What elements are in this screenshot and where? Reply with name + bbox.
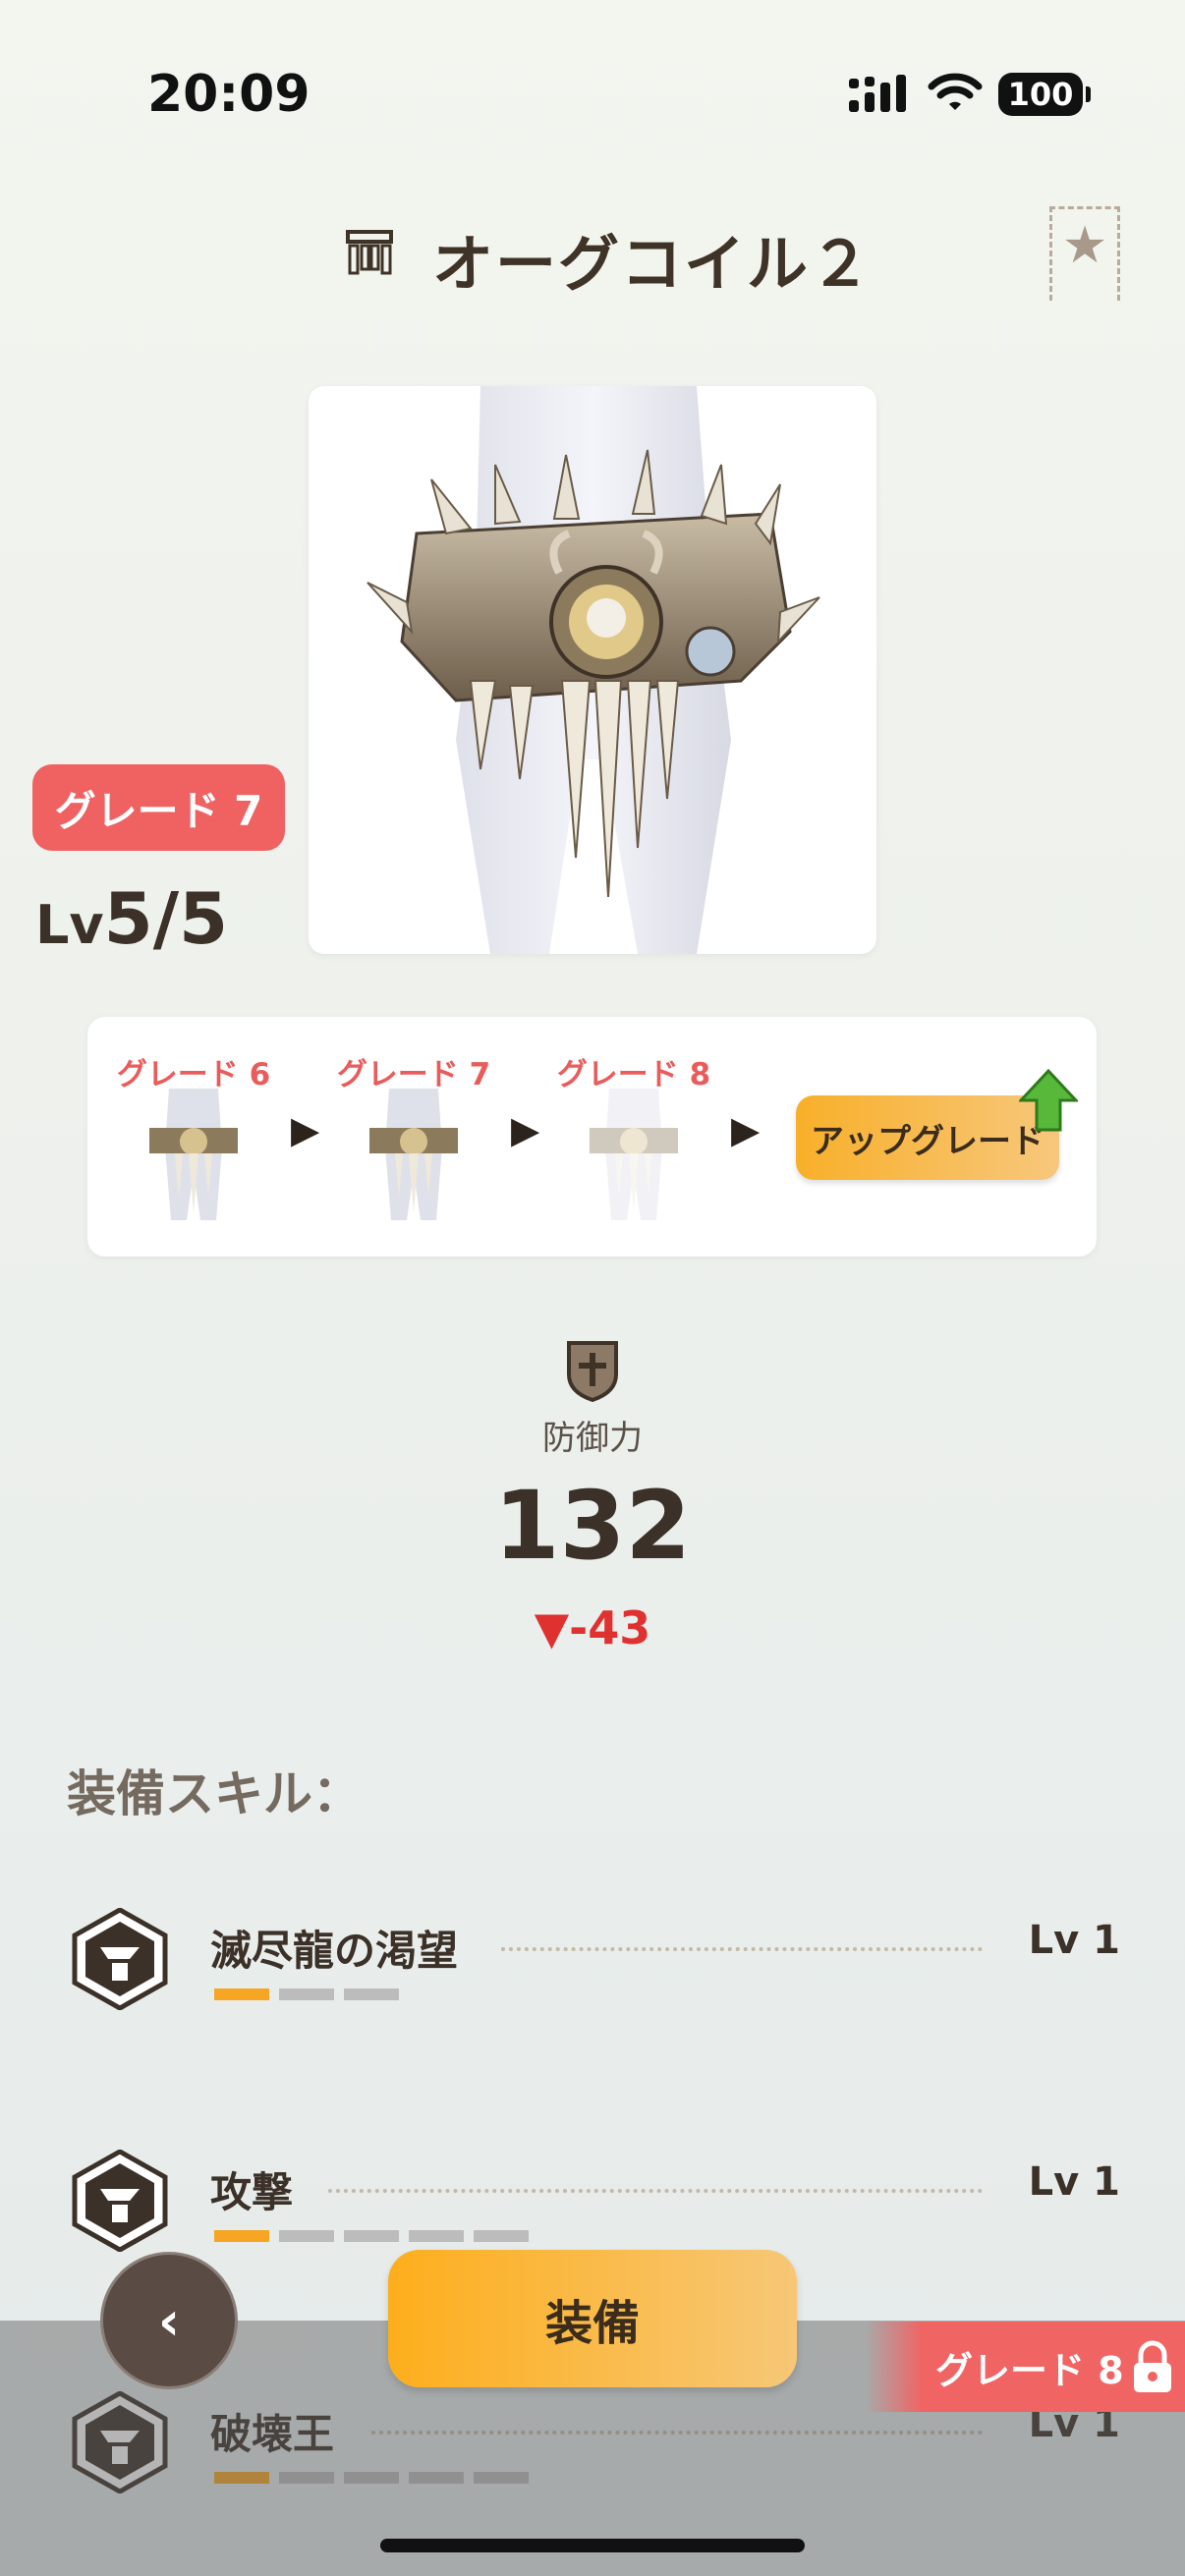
skill-emblem-icon xyxy=(72,2150,168,2252)
upgrade-arrow-icon xyxy=(1019,1069,1078,1132)
back-button[interactable]: ‹ xyxy=(100,2252,238,2389)
item-level: Lv5/5 xyxy=(35,877,228,960)
shield-icon xyxy=(567,1341,618,1402)
item-title: オーグコイル２ xyxy=(432,228,874,300)
skill-row[interactable]: 滅尽龍の渇望 Lv 1 xyxy=(69,1908,1120,2065)
stage-label: グレード 8 xyxy=(556,1057,711,1092)
level-segment xyxy=(409,2230,464,2242)
level-segment xyxy=(344,1988,399,2000)
defense-value: 132 xyxy=(493,1471,692,1581)
waist-armor-illustration xyxy=(367,386,820,954)
skill-divider xyxy=(501,1947,983,1951)
defense-diff-value: -43 xyxy=(569,1601,651,1654)
waist-armor-icon xyxy=(346,230,393,275)
defense-diff: ▼-43 xyxy=(0,1601,1185,1654)
next-grade-locked-tag[interactable]: グレード 8 xyxy=(865,2322,1185,2412)
chevron-left-icon: ‹ xyxy=(157,2289,181,2352)
level-value: 5/5 xyxy=(103,877,229,960)
skill-divider xyxy=(328,2189,983,2193)
level-segment xyxy=(214,1988,269,2000)
stage-thumbnail xyxy=(128,1089,259,1220)
stage-thumbnail xyxy=(348,1089,480,1220)
next-arrow-icon: ▶ xyxy=(731,1108,761,1151)
skill-emblem-icon xyxy=(72,1908,168,2010)
defense-label: 防御力 xyxy=(542,1419,643,1458)
battery-indicator: 100 xyxy=(998,73,1091,116)
stage-label: グレード 6 xyxy=(116,1057,271,1092)
stage-label: グレード 7 xyxy=(336,1057,491,1092)
level-segment xyxy=(344,2230,399,2242)
cellular-signal-icon xyxy=(849,75,906,112)
grade-badge: グレード 7 xyxy=(32,764,285,851)
star-bookmark-icon[interactable]: ★ xyxy=(1049,216,1120,275)
skill-name: 滅尽龍の渇望 xyxy=(210,1927,459,1975)
home-indicator xyxy=(380,2539,805,2552)
level-prefix: Lv xyxy=(35,894,104,956)
level-segment xyxy=(279,1988,334,2000)
level-segment xyxy=(279,2230,334,2242)
skills-heading: 装備スキル： xyxy=(67,1765,362,1822)
equip-button[interactable]: 装備 xyxy=(388,2250,797,2387)
level-segment xyxy=(214,2230,269,2242)
skill-name: 攻撃 xyxy=(210,2168,294,2216)
next-grade-label: グレード 8 xyxy=(935,2348,1124,2392)
down-triangle-icon: ▼ xyxy=(534,1601,570,1654)
stage-thumbnail xyxy=(568,1089,700,1220)
wifi-icon xyxy=(928,73,983,110)
next-arrow-icon: ▶ xyxy=(291,1108,320,1151)
next-arrow-icon: ▶ xyxy=(511,1108,540,1151)
skill-level: Lv 1 xyxy=(1028,2159,1120,2205)
status-time: 20:09 xyxy=(147,65,310,124)
item-preview-image xyxy=(309,386,876,954)
skill-level-bar xyxy=(214,1988,399,2000)
skill-level-bar xyxy=(214,2230,529,2242)
level-segment xyxy=(474,2230,529,2242)
lock-icon xyxy=(1134,2340,1171,2392)
skill-level: Lv 1 xyxy=(1028,1918,1120,1963)
